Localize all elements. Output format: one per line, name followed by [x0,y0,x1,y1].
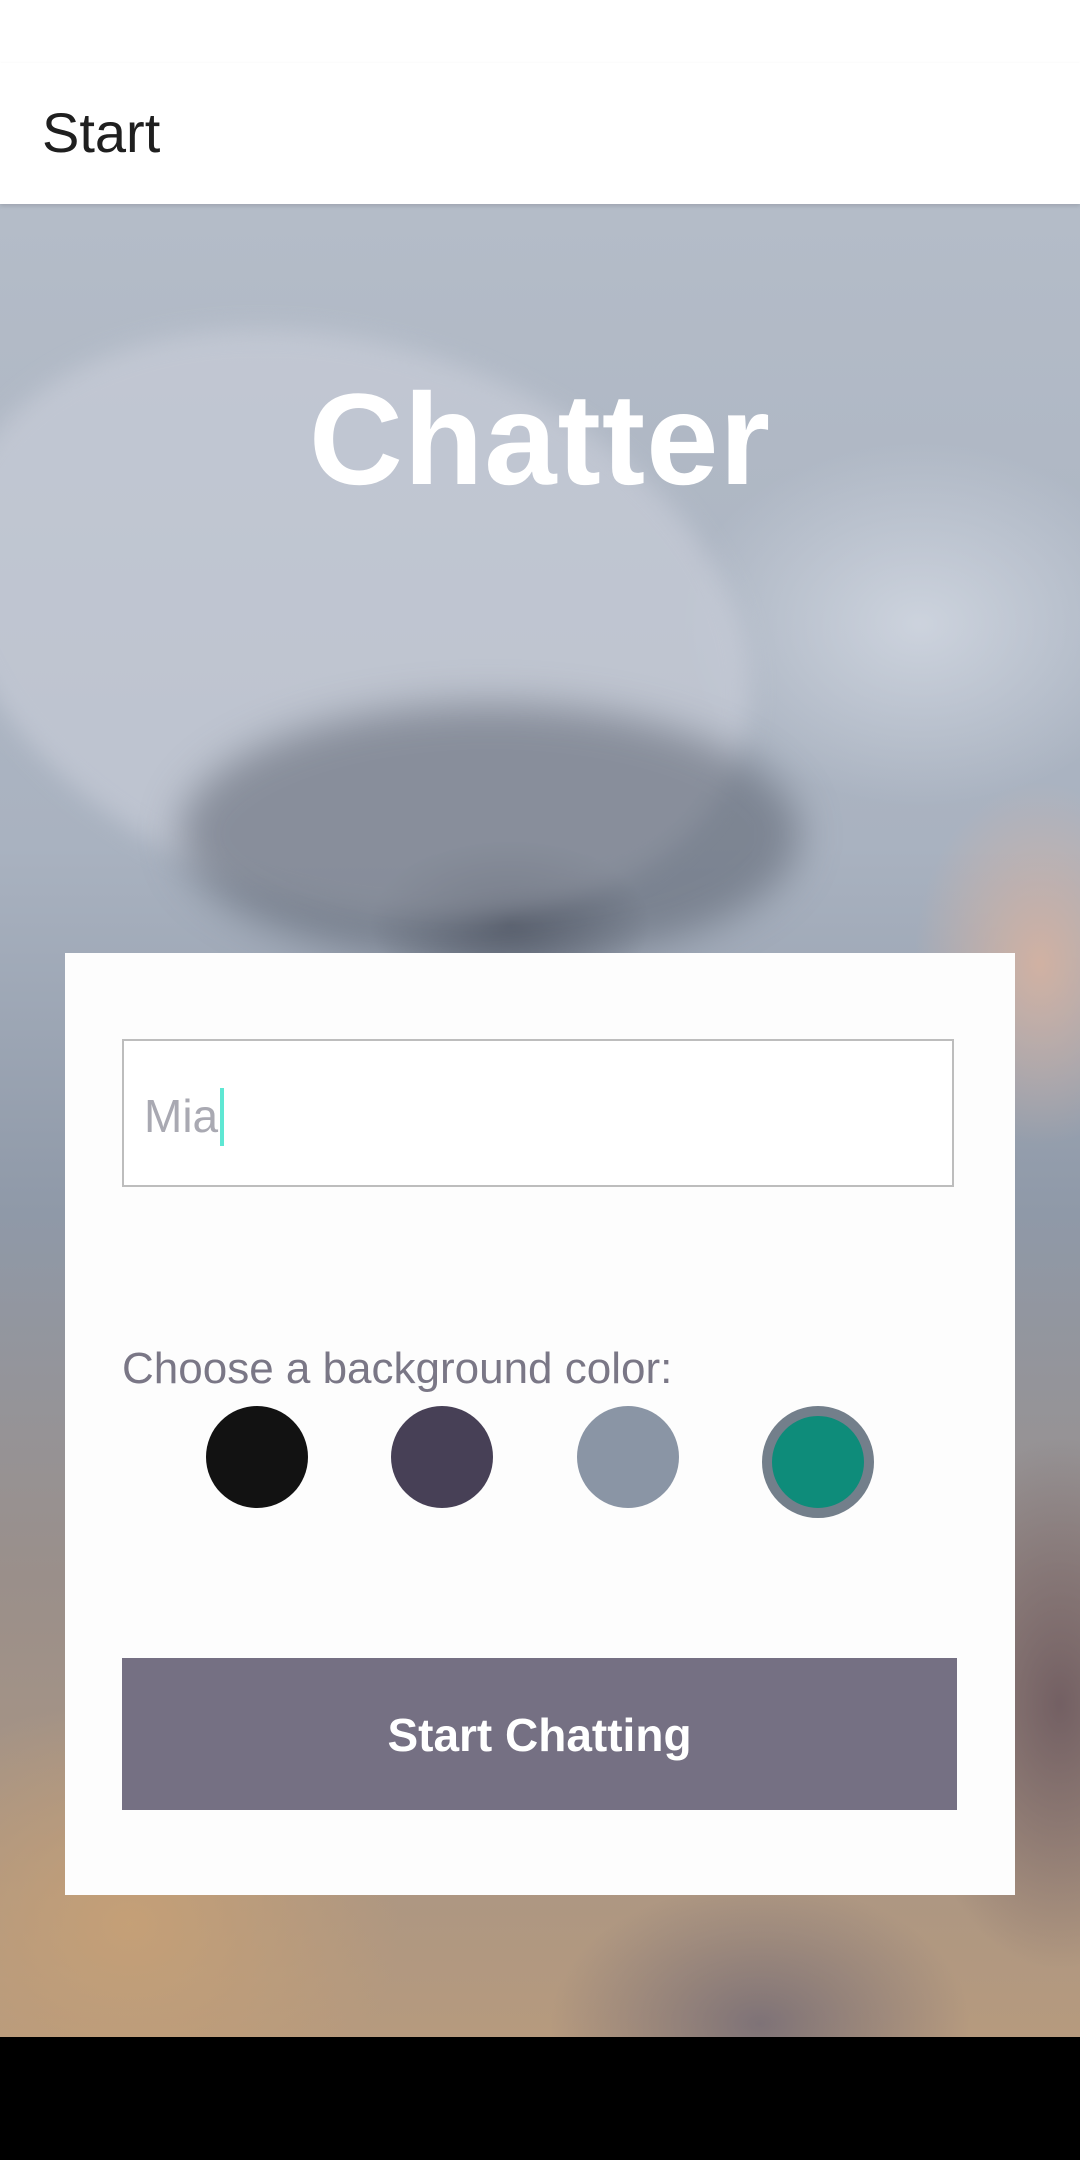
start-screen: Start Chatter Mia Choose a background co… [0,0,1080,2160]
app-bar-title: Start [42,101,161,164]
color-swatch-grey-blue[interactable] [577,1406,679,1508]
name-input-value: Mia [144,1090,219,1142]
app-bar: Start [0,63,1080,204]
color-swatch-black[interactable] [206,1406,308,1508]
status-bar [0,0,1080,63]
start-form-card: Mia Choose a background color: Start Cha… [65,953,1015,1895]
start-chatting-button[interactable]: Start Chatting [122,1658,957,1810]
background-blur-shape [180,704,800,964]
text-cursor [220,1087,225,1146]
name-input-value-wrapper: Mia [144,1087,225,1146]
app-title: Chatter [308,366,772,512]
color-swatch-purple[interactable] [391,1406,493,1508]
color-picker-label: Choose a background color: [122,1344,673,1393]
navigation-bar [0,2037,1080,2160]
name-input[interactable]: Mia [122,1039,954,1187]
color-swatch-teal[interactable] [762,1406,874,1518]
